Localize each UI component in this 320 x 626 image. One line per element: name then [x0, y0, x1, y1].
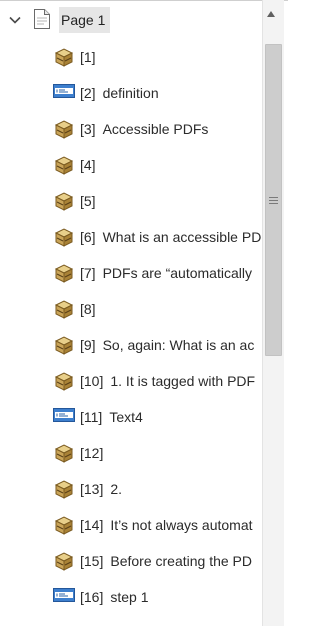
- tree-item-text: definition: [102, 85, 159, 101]
- container-box-icon: [53, 479, 75, 502]
- tree-item[interactable]: [7] PDFs are “automatically: [53, 262, 262, 284]
- tree-item-text: 2.: [110, 481, 123, 497]
- container-box-icon: [53, 443, 75, 466]
- tree-item-text: Before creating the PD: [110, 553, 252, 569]
- tree-item[interactable]: [5]: [53, 190, 262, 212]
- tree-node-page-1[interactable]: Page 1: [8, 7, 111, 33]
- tree-item-text: What is an accessible PDF: [102, 229, 262, 245]
- tree-item-number: [6]: [80, 229, 96, 245]
- tree-item[interactable]: [12]: [53, 442, 262, 464]
- tree-item-text: 1. It is tagged with PDF: [110, 373, 256, 389]
- tree-item[interactable]: [4]: [53, 154, 262, 176]
- tree-item-label: [6] What is an accessible PDF: [80, 226, 262, 248]
- scroll-up-arrow-icon[interactable]: [267, 11, 275, 17]
- tree-item-number: [8]: [80, 301, 96, 317]
- tree-item-number: [3]: [80, 121, 96, 137]
- text-field-icon: [53, 83, 75, 102]
- tree-item-label: [3] Accessible PDFs: [80, 118, 208, 140]
- tree-item[interactable]: [9] So, again: What is an ac: [53, 334, 262, 356]
- tree-item-label: [13] 2.: [80, 478, 122, 500]
- tree-item-label: [12]: [80, 442, 110, 464]
- tree-item-label: [7] PDFs are “automatically: [80, 262, 252, 284]
- container-box-icon: [53, 263, 75, 286]
- tree-item-text: PDFs are “automatically: [102, 265, 252, 281]
- tree-item[interactable]: [11] Text4: [53, 406, 262, 428]
- tree-item[interactable]: [3] Accessible PDFs: [53, 118, 262, 140]
- tree-item-number: [1]: [80, 49, 96, 65]
- tree-item[interactable]: [2] definition: [53, 82, 262, 104]
- tree-item-number: [16]: [80, 589, 104, 605]
- tree-item-number: [10]: [80, 373, 104, 389]
- tree-item-number: [2]: [80, 85, 96, 101]
- container-box-icon: [53, 119, 75, 142]
- tree-item[interactable]: [6] What is an accessible PDF: [53, 226, 262, 248]
- text-field-icon: [53, 587, 75, 606]
- tree-item-label: [2] definition: [80, 82, 159, 104]
- tree-item[interactable]: [13] 2.: [53, 478, 262, 500]
- tree-item-label: [11] Text4: [80, 406, 143, 428]
- tree-item-number: [14]: [80, 517, 104, 533]
- tree-item-number: [4]: [80, 157, 96, 173]
- tree-item-text: Accessible PDFs: [102, 121, 209, 137]
- tree-item[interactable]: [10] 1. It is tagged with PDF: [53, 370, 262, 392]
- tree-item[interactable]: [16] step 1: [53, 586, 262, 608]
- tree-item[interactable]: [8]: [53, 298, 262, 320]
- tree-item-label: [8]: [80, 298, 103, 320]
- vertical-scrollbar[interactable]: [262, 0, 284, 626]
- tree-item-text: Text4: [109, 409, 143, 425]
- tree-item-label: [15] Before creating the PD: [80, 550, 252, 572]
- tree-item-text: So, again: What is an ac: [102, 337, 255, 353]
- tree-item[interactable]: [1]: [53, 46, 262, 68]
- tree-item-label: [14] It’s not always automat: [80, 514, 253, 536]
- text-field-icon: [53, 407, 75, 426]
- tree-item-number: [15]: [80, 553, 104, 569]
- tree-item-text: It’s not always automat: [110, 517, 253, 533]
- tree-item[interactable]: [14] It’s not always automat: [53, 514, 262, 536]
- container-box-icon: [53, 335, 75, 358]
- container-box-icon: [53, 551, 75, 574]
- chevron-down-icon[interactable]: [8, 13, 22, 27]
- tree-item-label: [1]: [80, 46, 103, 68]
- tree-item-text: step 1: [110, 589, 149, 605]
- container-box-icon: [53, 299, 75, 322]
- container-box-icon: [53, 371, 75, 394]
- tree-item-number: [7]: [80, 265, 96, 281]
- container-box-icon: [53, 227, 75, 250]
- tree-item-label: [16] step 1: [80, 586, 149, 608]
- tree-item-label: [10] 1. It is tagged with PDF: [80, 370, 255, 392]
- tree-item-number: [5]: [80, 193, 96, 209]
- container-box-icon: [53, 191, 75, 214]
- tree-item-label: [4]: [80, 154, 103, 176]
- grip-icon: [269, 197, 278, 206]
- container-box-icon: [53, 515, 75, 538]
- container-box-icon: [53, 47, 75, 70]
- container-box-icon: [53, 155, 75, 178]
- tree-item-number: [11]: [80, 409, 103, 425]
- tree-item-number: [12]: [80, 445, 104, 461]
- content-tree: Page 1 [1] [2] definition [3] Accessible PDF…: [0, 0, 262, 626]
- tree-item-label: [5]: [80, 190, 103, 212]
- tree-item-number: [9]: [80, 337, 96, 353]
- page-icon: [33, 8, 51, 33]
- tree-item-label: [9] So, again: What is an ac: [80, 334, 254, 356]
- page-node-label[interactable]: Page 1: [59, 7, 111, 33]
- tree-item-number: [13]: [80, 481, 104, 497]
- scrollbar-thumb[interactable]: [265, 44, 282, 356]
- tree-item[interactable]: [15] Before creating the PD: [53, 550, 262, 572]
